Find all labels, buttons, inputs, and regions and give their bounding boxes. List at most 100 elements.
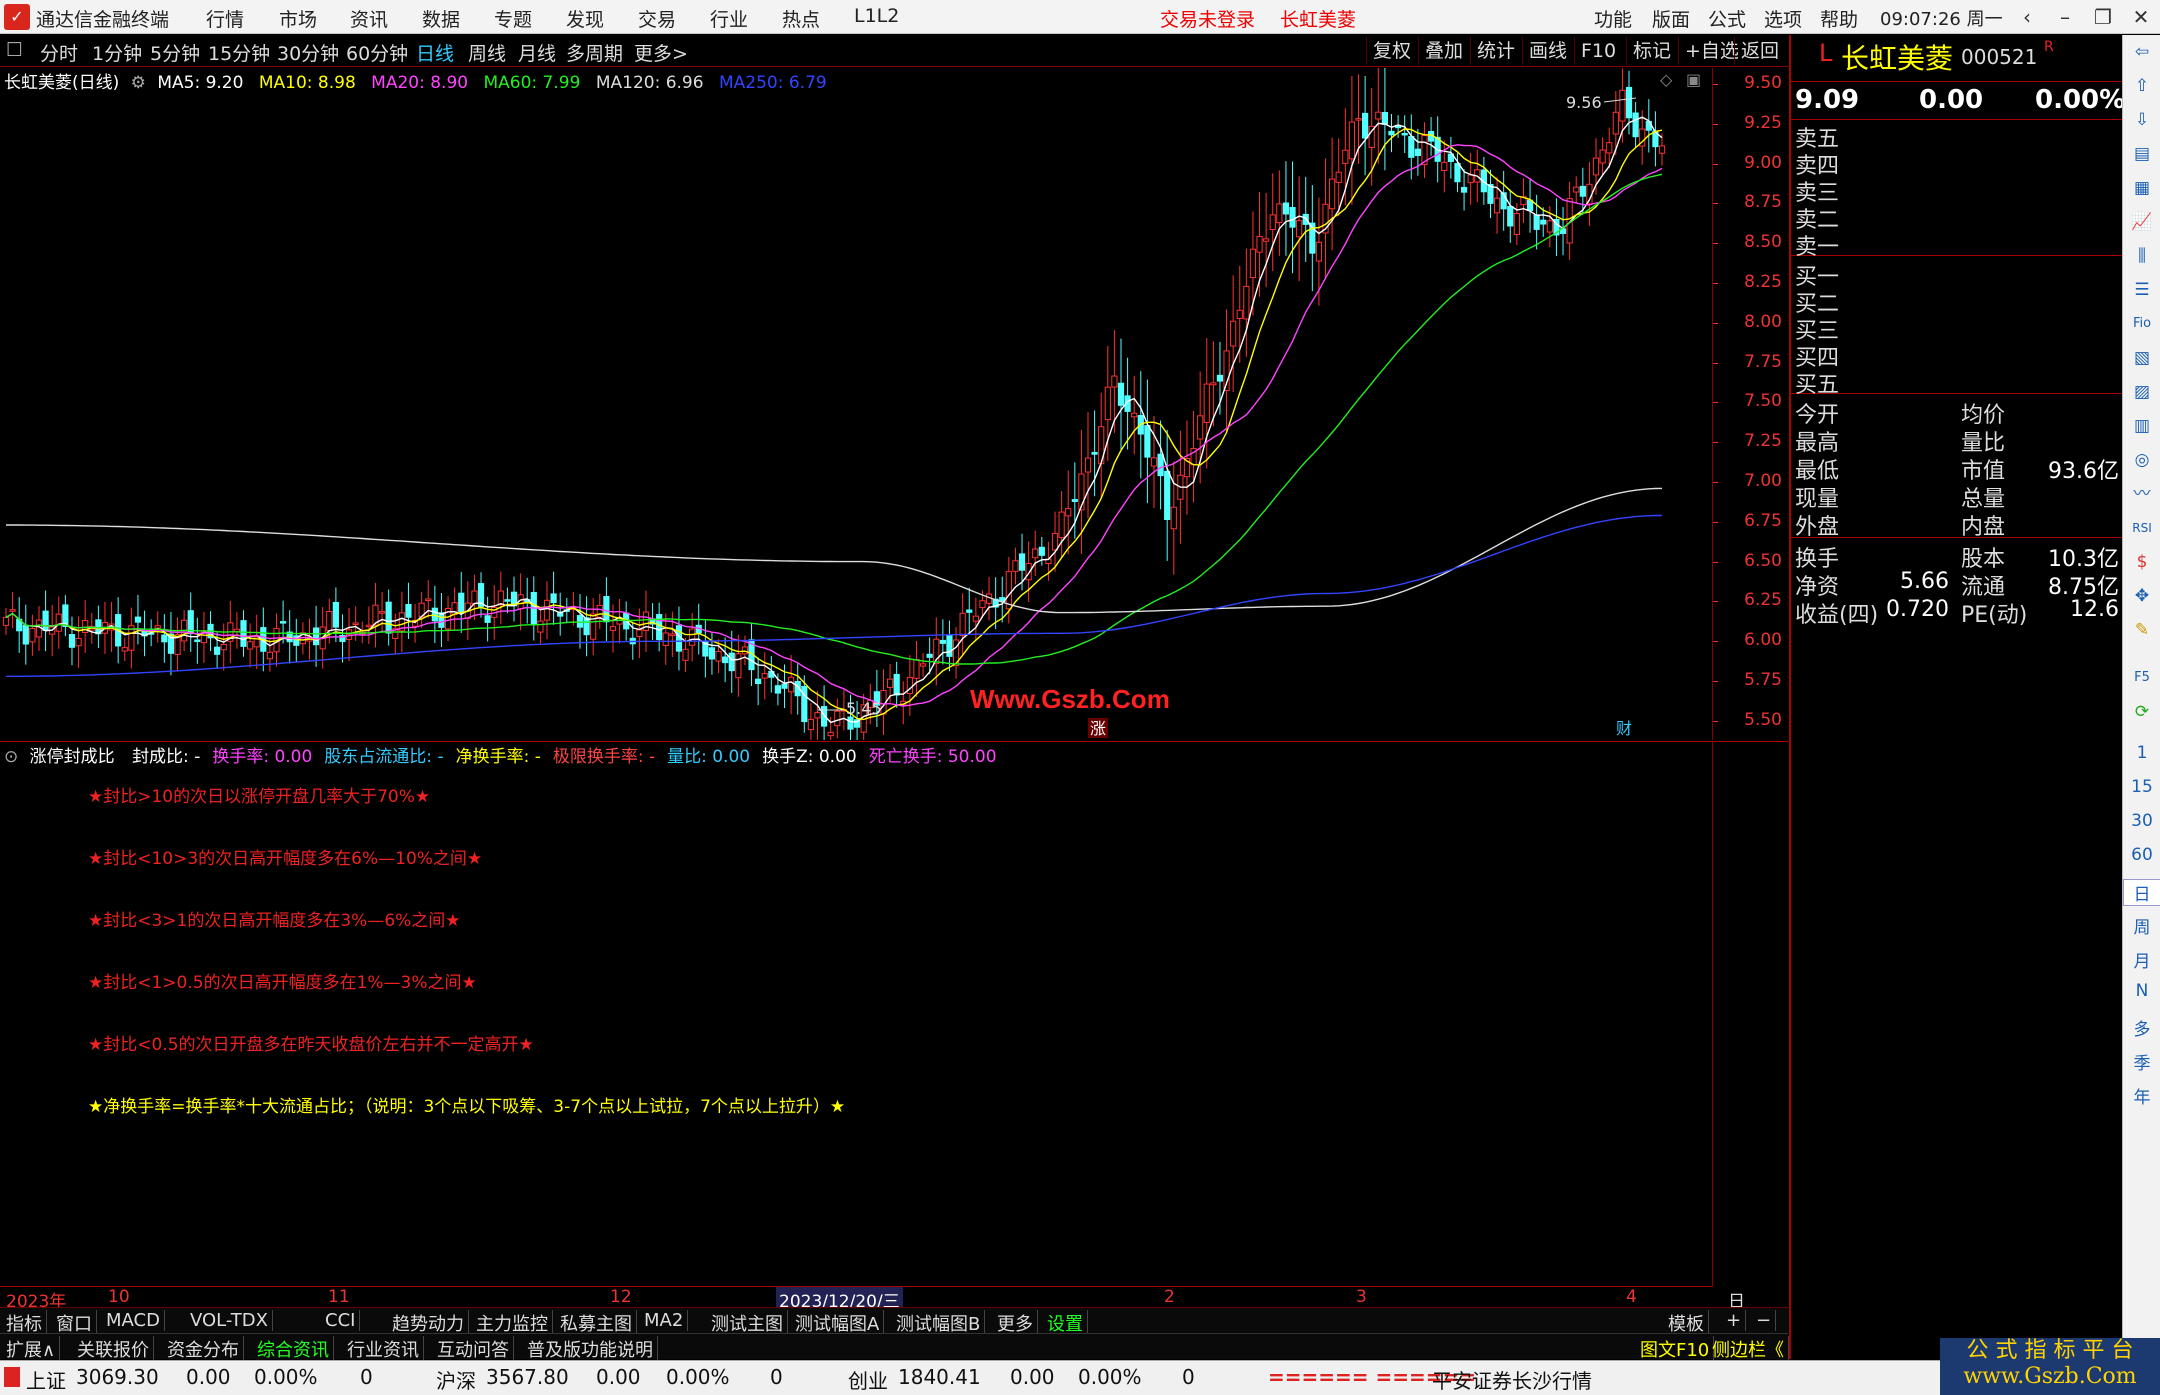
menu-hangqing[interactable]: 行情 [206, 5, 244, 32]
period-n[interactable]: N [2123, 981, 2160, 1001]
period-15[interactable]: 15 [2123, 777, 2160, 797]
menu-l1l2[interactable]: L1L2 [854, 5, 899, 27]
menu-shuju[interactable]: 数据 [422, 5, 460, 32]
date-label-3: 3 [1356, 1287, 1367, 1307]
arrow-left-icon[interactable]: ⇦ [2129, 39, 2155, 65]
period-60[interactable]: 60 [2123, 845, 2160, 865]
grid-icon[interactable]: ▦ [2129, 175, 2155, 201]
candle-body [1111, 375, 1118, 388]
wave-icon[interactable]: 〰 [2129, 481, 2155, 507]
tabs2-right-0[interactable]: 图文F10 [1636, 1336, 1715, 1362]
menu-redian[interactable]: 热点 [782, 5, 820, 32]
minimize-icon[interactable]: – [2046, 2, 2084, 32]
move-icon[interactable]: ✥ [2129, 583, 2155, 609]
candle-body [1315, 241, 1323, 262]
return-button[interactable]: 返回 [1734, 37, 1785, 65]
menu-zhuanti[interactable]: 专题 [494, 5, 532, 32]
menu-bangzhu[interactable]: 帮助 [1820, 5, 1858, 32]
period-5min[interactable]: 5分钟 [150, 39, 200, 66]
indicator-tab-2[interactable]: MACD [102, 1310, 165, 1331]
menu-zixun[interactable]: 资讯 [350, 5, 388, 32]
indicator-tab-3[interactable]: VOL-TDX [186, 1310, 273, 1331]
stat-4-2: 内盘 [1961, 515, 2006, 540]
menu-shichang[interactable]: 市场 [279, 5, 317, 32]
fuquan-button[interactable]: 复权 [1366, 37, 1417, 65]
period-1[interactable]: 1 [2123, 743, 2160, 763]
refresh-icon[interactable]: ⟳ [2129, 699, 2155, 725]
period-30min[interactable]: 30分钟 [277, 39, 339, 66]
ext-tab-3[interactable]: 综合资讯 [253, 1336, 334, 1362]
close-icon[interactable]: ✕ [2122, 2, 2160, 32]
tabs1-right-1[interactable]: + [1722, 1310, 1747, 1331]
doc-icon[interactable]: ▧ [2129, 345, 2155, 371]
menu-hangye[interactable]: 行业 [710, 5, 748, 32]
menu-xuanxiang[interactable]: 选项 [1764, 5, 1802, 32]
rsi-icon[interactable]: RSI [2129, 515, 2155, 541]
candle-body [1625, 86, 1633, 119]
period-multi[interactable]: 多周期 [566, 39, 623, 66]
arrow-down-icon[interactable]: ⇩ [2129, 107, 2155, 133]
mark-button[interactable]: 标记 [1626, 37, 1677, 65]
period-daily[interactable]: 日线 [416, 39, 454, 66]
restore-icon[interactable]: ❐ [2084, 2, 2122, 32]
collapse-icon[interactable]: ⊙ [4, 747, 18, 767]
period-monthly[interactable]: 月线 [518, 39, 556, 66]
login-status[interactable]: 交易未登录 [1160, 5, 1255, 32]
ext-tab-6[interactable]: 普及版功能说明 [523, 1336, 658, 1362]
indicator-tab-8[interactable]: MA2 [640, 1310, 689, 1331]
indicator-tab-4[interactable]: CCI [321, 1310, 361, 1331]
data-source[interactable]: 平安证券长沙行情 [1432, 1365, 1592, 1394]
line-chart-icon[interactable]: 📈 [2129, 209, 2155, 235]
candle-body [1131, 412, 1138, 418]
ext-tab-4[interactable]: 行业资讯 [343, 1336, 424, 1362]
report-icon[interactable]: ▤ [2129, 141, 2155, 167]
period-season[interactable]: 季 [2123, 1049, 2160, 1074]
draw-button[interactable]: 画线 [1522, 37, 1573, 65]
candle-body [1388, 130, 1395, 136]
fz-icon[interactable]: ▥ [2129, 413, 2155, 439]
arrow-up-icon[interactable]: ⇧ [2129, 73, 2155, 99]
f10-button[interactable]: F10 [1574, 37, 1622, 65]
period-fenshi[interactable]: 分时 [40, 39, 78, 66]
fio-icon[interactable]: Fio [2129, 311, 2155, 337]
period-multi-side[interactable]: 多 [2123, 1015, 2160, 1040]
period-30[interactable]: 30 [2123, 811, 2160, 831]
file-icon[interactable]: ▨ [2129, 379, 2155, 405]
f5-icon[interactable]: F5 [2129, 665, 2155, 691]
period-more[interactable]: 更多> [634, 39, 688, 66]
tabs2-right-1[interactable]: 侧边栏《 [1708, 1336, 1789, 1362]
stats-button[interactable]: 统计 [1470, 37, 1521, 65]
cy-name[interactable]: 创业 [848, 1365, 888, 1394]
ext-tab-2[interactable]: 资金分布 [163, 1336, 244, 1362]
kline-chart[interactable]: 9.56 5.45 Www.Gszb.Com 涨 财 [0, 68, 1712, 740]
ext-tab-0[interactable]: 扩展∧ [2, 1336, 61, 1362]
period-1min[interactable]: 1分钟 [92, 39, 142, 66]
menu-square-icon[interactable]: ☐ [6, 39, 23, 61]
period-week[interactable]: 周 [2123, 913, 2160, 938]
circle-icon[interactable]: ◎ [2129, 447, 2155, 473]
sh-name[interactable]: 上证 [26, 1365, 66, 1394]
list-icon[interactable]: ☰ [2129, 277, 2155, 303]
hs-name[interactable]: 沪深 [436, 1365, 476, 1394]
period-60min[interactable]: 60分钟 [346, 39, 408, 66]
period-day[interactable]: 日 [2123, 879, 2160, 906]
money-icon[interactable]: $ [2129, 549, 2155, 575]
ext-tab-5[interactable]: 互动问答 [433, 1336, 514, 1362]
date-label-12: 12 [610, 1287, 632, 1307]
menu-banmian[interactable]: 版面 [1652, 5, 1690, 32]
period-month[interactable]: 月 [2123, 947, 2160, 972]
period-year[interactable]: 年 [2123, 1083, 2160, 1108]
overlay-button[interactable]: 叠加 [1418, 37, 1469, 65]
ext-tab-1[interactable]: 关联报价 [73, 1336, 154, 1362]
tabs1-right-2[interactable]: − [1752, 1310, 1777, 1331]
menu-gongneng[interactable]: 功能 [1594, 5, 1632, 32]
period-weekly[interactable]: 周线 [468, 39, 506, 66]
menu-faxian[interactable]: 发现 [566, 5, 604, 32]
period-15min[interactable]: 15分钟 [208, 39, 270, 66]
back-icon[interactable]: ‹ [2008, 2, 2046, 32]
menu-gongshi[interactable]: 公式 [1708, 5, 1746, 32]
bid-level-5: 买五 [1795, 373, 1840, 398]
menu-jiaoyi[interactable]: 交易 [638, 5, 676, 32]
pen-icon[interactable]: ✎ [2129, 617, 2155, 643]
kline-icon[interactable]: ⫼ [2129, 243, 2155, 269]
